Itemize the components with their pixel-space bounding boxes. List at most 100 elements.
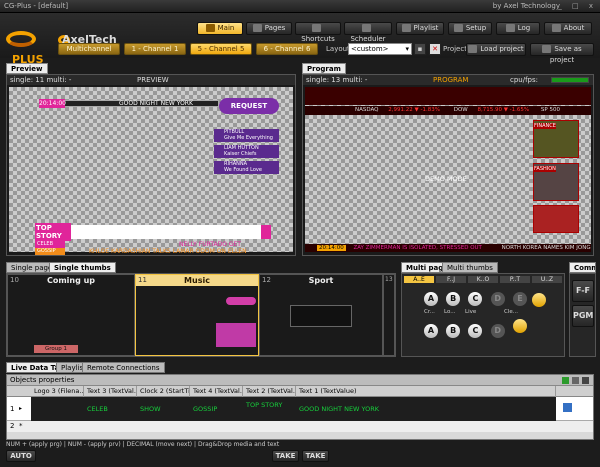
setup-icon: [453, 24, 463, 32]
preview-top-story: TOP STORY: [35, 223, 71, 241]
group-tab-f-j[interactable]: F..J: [436, 276, 466, 283]
hint-text: NUM + (apply prg) | NUM - (apply prv) | …: [6, 441, 280, 448]
ff-button[interactable]: F-F: [572, 280, 594, 302]
cell-text2[interactable]: TOP STORY: [246, 401, 286, 409]
thumb-title: Music: [184, 276, 210, 285]
nav-about-button[interactable]: About: [544, 22, 592, 35]
objects-column-header: Logo 3 (Filena... Text 3 (TextVal... Clo…: [7, 386, 593, 397]
thumb-page-13[interactable]: 13: [383, 274, 395, 356]
tab-channel-5[interactable]: 5 - Channel 5: [190, 43, 252, 55]
commands-label: Comma: [569, 262, 596, 273]
nav-pages-button[interactable]: Pages: [246, 22, 292, 35]
preview-headline: GOOD NIGHT NEW YORK: [119, 100, 193, 107]
thumb-title: Coming up: [46, 276, 96, 285]
multi-row-2: A B C D: [424, 319, 527, 338]
cgplus-logo-icon: [6, 31, 36, 47]
load-project-button[interactable]: Load project: [466, 43, 526, 56]
pgm-button[interactable]: PGM: [572, 305, 594, 327]
table-row[interactable]: 1 ▸ CELEB SHOW GOSSIP TOP STORY GOOD NIG…: [7, 397, 593, 421]
scheduler-icon: [362, 24, 371, 32]
preview-info: single: 11 multi: -: [10, 76, 72, 84]
preview-nelly-line: NELLY FURTADO GET: [179, 241, 241, 248]
delete-layout-icon[interactable]: ✕: [429, 43, 441, 55]
multi-button-c2[interactable]: C: [468, 324, 483, 338]
multi-button-d2[interactable]: D: [490, 324, 505, 338]
nav-shortcuts-button[interactable]: Shortcuts: [295, 22, 341, 43]
group-tab-u-z[interactable]: U..Z: [532, 276, 562, 283]
settings-icon[interactable]: [572, 377, 579, 384]
preview-canvas[interactable]: 20:14:00 GOOD NIGHT NEW YORK REQUEST PIT…: [9, 87, 293, 255]
program-crawl: 20:14:00 ZAY ZIMMERMAN IS ISOLATED, STRE…: [305, 244, 591, 252]
multi-button-a[interactable]: A: [424, 292, 438, 306]
layout-select[interactable]: <custom> ▾: [348, 43, 412, 55]
tab-multichannel[interactable]: Multichannel: [58, 43, 120, 55]
col-logo3[interactable]: Logo 3 (Filena...: [31, 386, 84, 397]
nav-scheduler-button[interactable]: Scheduler: [344, 22, 392, 43]
refresh-icon[interactable]: [562, 377, 569, 384]
nav-main-button[interactable]: Main: [197, 22, 243, 35]
table-row[interactable]: 2 *: [7, 421, 593, 432]
multi-button-c[interactable]: C: [468, 292, 483, 306]
thumb-page-10[interactable]: 10 Coming up Group 1: [7, 274, 135, 356]
preview-panel: single: 11 multi: - PREVIEW 20:14:00 GOO…: [6, 74, 296, 256]
cpu-meter: [551, 77, 589, 83]
save-layout-icon[interactable]: ▪: [414, 43, 426, 55]
demo-mode-label: DEMO MODE: [425, 175, 467, 183]
main-icon: [205, 24, 215, 32]
nav-playlist-button[interactable]: Playlist: [396, 22, 444, 35]
tab-channel-6[interactable]: 6 - Channel 6: [256, 43, 318, 55]
playlist-icon: [401, 24, 411, 32]
multi-button-e[interactable]: E: [512, 292, 527, 306]
tab-remote-connections[interactable]: Remote Connections: [82, 362, 165, 373]
cell-clock2[interactable]: SHOW: [140, 405, 161, 413]
cpu-label: cpu/fps:: [510, 76, 538, 84]
thumb-page-12[interactable]: 12 Sport: [259, 274, 383, 356]
program-title: PROGRAM: [433, 76, 469, 84]
tab-single-thumbs[interactable]: Single thumbs: [49, 262, 116, 273]
menu-icon[interactable]: [582, 377, 589, 384]
window-title: CG-Plus - [default]: [4, 2, 69, 10]
multi-button-b[interactable]: B: [446, 292, 461, 306]
col-text2[interactable]: Text 2 (TextVal...: [243, 386, 296, 397]
project-label: Project: [443, 45, 467, 53]
col-text1[interactable]: Text 1 (TextValue): [296, 386, 556, 397]
title-bar: CG-Plus - [default] by Axel Technology _…: [0, 0, 600, 13]
group-tab-p-t[interactable]: P..T: [500, 276, 530, 283]
thumb-page-11[interactable]: 11 Music: [135, 274, 259, 356]
multi-button-a2[interactable]: A: [424, 324, 438, 338]
nav-setup-button[interactable]: Setup: [448, 22, 492, 35]
multi-button-d[interactable]: D: [490, 292, 505, 306]
group-tab-a-e[interactable]: A..E: [404, 276, 434, 283]
window-controls[interactable]: _ □ x: [558, 2, 597, 10]
program-panel-label: Program: [302, 63, 346, 74]
program-panel: single: 13 multi: - PROGRAM cpu/fps: NAS…: [302, 74, 594, 256]
multi-button-b2[interactable]: B: [446, 324, 461, 338]
cell-text4[interactable]: GOSSIP: [193, 405, 217, 413]
auto-button[interactable]: AUTO: [6, 450, 36, 462]
col-text3[interactable]: Text 3 (TextVal...: [84, 386, 137, 397]
row-pointer-icon: ▸: [19, 405, 23, 412]
tab-multi-thumbs[interactable]: Multi thumbs: [442, 262, 498, 273]
save-icon: [542, 45, 552, 53]
col-text4[interactable]: Text 4 (TextVal...: [190, 386, 243, 397]
multi-button-e2[interactable]: [512, 319, 527, 333]
program-story-3: [533, 205, 579, 233]
row-edit-icon[interactable]: [563, 403, 572, 412]
thumb-group-label: Group 1: [34, 345, 78, 353]
save-project-button[interactable]: Save as project: [530, 43, 594, 64]
nav-log-button[interactable]: Log: [496, 22, 540, 35]
folder-icon: [468, 45, 478, 53]
take-button-2[interactable]: TAKE: [302, 450, 329, 462]
company-label: by Axel Technology: [492, 2, 560, 10]
preview-header: single: 11 multi: - PREVIEW: [7, 75, 295, 85]
cell-text1[interactable]: GOOD NIGHT NEW YORK: [299, 405, 379, 413]
group-tab-k-o[interactable]: K..O: [468, 276, 498, 283]
program-header: single: 13 multi: - PROGRAM cpu/fps:: [303, 75, 593, 85]
tab-channel-1[interactable]: 1 - Channel 1: [124, 43, 186, 55]
cell-text3[interactable]: CELEB: [87, 405, 108, 413]
program-info: single: 13 multi: -: [306, 76, 368, 84]
program-story-finance: FINANCE: [533, 120, 579, 158]
take-button-1[interactable]: TAKE: [272, 450, 299, 462]
col-clock2[interactable]: Clock 2 (StartTi...: [137, 386, 190, 397]
multi-letter-row: A B C D E: [424, 292, 527, 306]
